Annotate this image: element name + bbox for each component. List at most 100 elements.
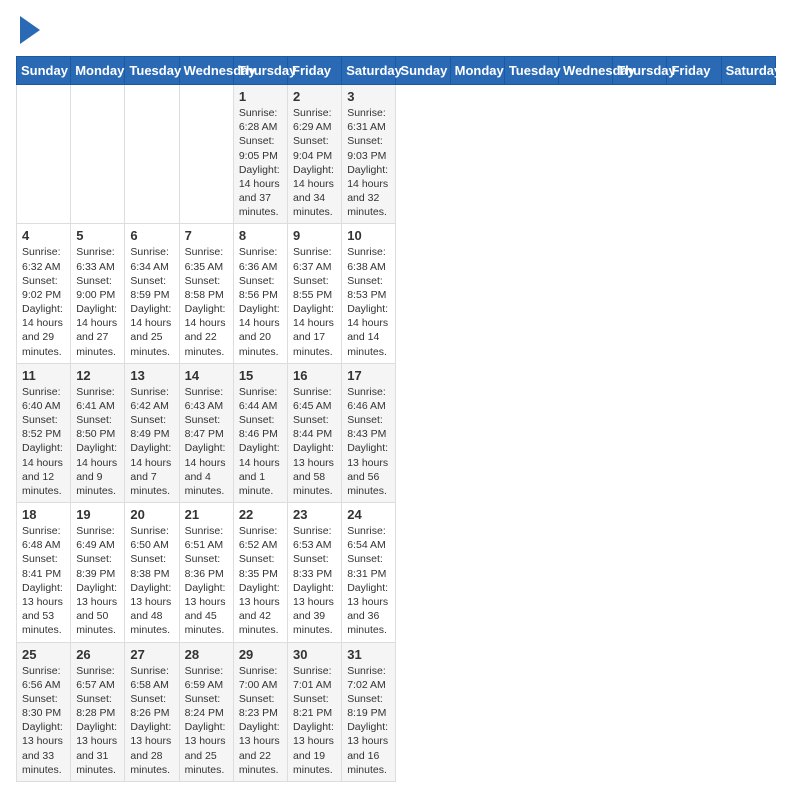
day-info-line: Sunset: 8:52 PM	[22, 413, 65, 441]
day-info-line: Sunrise: 6:51 AM	[185, 524, 228, 552]
day-info-line: and 25 minutes.	[130, 330, 173, 358]
day-info-line: Daylight: 14 hours	[239, 163, 282, 191]
calendar-cell: 17Sunrise: 6:46 AMSunset: 8:43 PMDayligh…	[342, 363, 396, 502]
day-info-line: Daylight: 13 hours	[22, 581, 65, 609]
calendar-cell	[17, 85, 71, 224]
day-number: 12	[76, 368, 119, 383]
calendar-cell: 8Sunrise: 6:36 AMSunset: 8:56 PMDaylight…	[233, 224, 287, 363]
calendar-cell: 24Sunrise: 6:54 AMSunset: 8:31 PMDayligh…	[342, 503, 396, 642]
calendar-cell: 1 Sunrise: 6:28 AMSunset: 9:05 PMDaylight…	[233, 85, 287, 224]
day-info-line: and 48 minutes.	[130, 609, 173, 637]
calendar-cell: 5Sunrise: 6:33 AMSunset: 9:00 PMDaylight…	[71, 224, 125, 363]
calendar-cell: 4Sunrise: 6:32 AMSunset: 9:02 PMDaylight…	[17, 224, 71, 363]
day-info-line: Daylight: 13 hours	[347, 441, 390, 469]
day-info-line: Sunset: 8:38 PM	[130, 552, 173, 580]
day-header-friday: Friday	[288, 57, 342, 85]
day-info-line: Sunset: 8:26 PM	[130, 692, 173, 720]
day-info-line: Sunrise: 6:48 AM	[22, 524, 65, 552]
calendar-cell: 20Sunrise: 6:50 AMSunset: 8:38 PMDayligh…	[125, 503, 179, 642]
day-number: 29	[239, 647, 282, 662]
day-info-line: and 37 minutes.	[239, 191, 282, 219]
calendar-cell	[125, 85, 179, 224]
day-info-line: Daylight: 13 hours	[293, 720, 336, 748]
day-info-line: Daylight: 14 hours	[293, 163, 336, 191]
calendar-cell: 25Sunrise: 6:56 AMSunset: 8:30 PMDayligh…	[17, 642, 71, 781]
day-info-line: and 14 minutes.	[347, 330, 390, 358]
calendar-week-row: 4Sunrise: 6:32 AMSunset: 9:02 PMDaylight…	[17, 224, 776, 363]
day-info-line: and 39 minutes.	[293, 609, 336, 637]
day-number: 8	[239, 228, 282, 243]
day-info-line: Sunset: 8:55 PM	[293, 274, 336, 302]
day-info-line: Daylight: 13 hours	[239, 581, 282, 609]
day-info-line: Daylight: 13 hours	[76, 581, 119, 609]
calendar-cell: 10Sunrise: 6:38 AMSunset: 8:53 PMDayligh…	[342, 224, 396, 363]
calendar-cell: 31Sunrise: 7:02 AMSunset: 8:19 PMDayligh…	[342, 642, 396, 781]
logo	[16, 16, 40, 44]
calendar-cell: 18Sunrise: 6:48 AMSunset: 8:41 PMDayligh…	[17, 503, 71, 642]
day-info-line: Sunrise: 6:59 AM	[185, 664, 228, 692]
day-info-line: Sunset: 8:24 PM	[185, 692, 228, 720]
day-info-line: Sunrise: 6:46 AM	[347, 385, 390, 413]
day-info-line: Sunrise: 6:35 AM	[185, 245, 228, 273]
day-info-line: and 36 minutes.	[347, 609, 390, 637]
day-info-line: Sunrise: 6:29 AM	[293, 106, 336, 134]
day-info-line: Sunset: 9:00 PM	[76, 274, 119, 302]
day-number: 31	[347, 647, 390, 662]
day-number: 23	[293, 507, 336, 522]
calendar-week-row: 18Sunrise: 6:48 AMSunset: 8:41 PMDayligh…	[17, 503, 776, 642]
day-number: 19	[76, 507, 119, 522]
day-info-line: Daylight: 14 hours	[185, 441, 228, 469]
day-info-line: and 42 minutes.	[239, 609, 282, 637]
day-info-line: Sunrise: 6:28 AM	[239, 106, 282, 134]
day-info-line: Sunset: 8:30 PM	[22, 692, 65, 720]
day-info-line: and 16 minutes.	[347, 749, 390, 777]
day-info-line: and 53 minutes.	[22, 609, 65, 637]
calendar-cell: 2 Sunrise: 6:29 AMSunset: 9:04 PMDaylight…	[288, 85, 342, 224]
calendar-cell: 3Sunrise: 6:31 AMSunset: 9:03 PMDaylight…	[342, 85, 396, 224]
day-info-line: Daylight: 13 hours	[293, 441, 336, 469]
day-header-monday: Monday	[71, 57, 125, 85]
day-header-sunday: Sunday	[396, 57, 450, 85]
day-info-line: and 25 minutes.	[185, 749, 228, 777]
calendar-cell: 30Sunrise: 7:01 AMSunset: 8:21 PMDayligh…	[288, 642, 342, 781]
day-info-line: Daylight: 14 hours	[239, 441, 282, 469]
calendar-cell: 28Sunrise: 6:59 AMSunset: 8:24 PMDayligh…	[179, 642, 233, 781]
day-info-line: and 28 minutes.	[130, 749, 173, 777]
day-header-tuesday: Tuesday	[125, 57, 179, 85]
day-number: 4	[22, 228, 65, 243]
day-info-line: Sunrise: 6:58 AM	[130, 664, 173, 692]
day-info-line: Sunrise: 6:31 AM	[347, 106, 390, 134]
day-header-monday: Monday	[450, 57, 504, 85]
calendar-cell: 15Sunrise: 6:44 AMSunset: 8:46 PMDayligh…	[233, 363, 287, 502]
day-info-line: Sunrise: 6:38 AM	[347, 245, 390, 273]
day-number: 5	[76, 228, 119, 243]
day-info-line: Daylight: 14 hours	[22, 302, 65, 330]
page-header	[16, 16, 776, 44]
day-info-line: Sunset: 8:46 PM	[239, 413, 282, 441]
day-number: 2	[293, 89, 336, 104]
day-info-line: and 32 minutes.	[347, 191, 390, 219]
calendar-header-row: SundayMondayTuesdayWednesdayThursdayFrid…	[17, 57, 776, 85]
day-info-line: and 19 minutes.	[293, 749, 336, 777]
day-info-line: and 4 minutes.	[185, 470, 228, 498]
day-header-wednesday: Wednesday	[559, 57, 613, 85]
day-info-line: Daylight: 14 hours	[239, 302, 282, 330]
day-info-line: and 20 minutes.	[239, 330, 282, 358]
day-number: 1	[239, 89, 282, 104]
day-number: 3	[347, 89, 390, 104]
day-info-line: Sunset: 9:04 PM	[293, 134, 336, 162]
day-info-line: Sunset: 8:33 PM	[293, 552, 336, 580]
day-info-line: and 50 minutes.	[76, 609, 119, 637]
day-number: 24	[347, 507, 390, 522]
day-header-thursday: Thursday	[613, 57, 667, 85]
day-header-wednesday: Wednesday	[179, 57, 233, 85]
day-info-line: Daylight: 14 hours	[347, 302, 390, 330]
day-info-line: Sunrise: 6:56 AM	[22, 664, 65, 692]
day-info-line: Sunset: 9:05 PM	[239, 134, 282, 162]
day-number: 6	[130, 228, 173, 243]
day-info-line: Sunrise: 6:50 AM	[130, 524, 173, 552]
day-number: 27	[130, 647, 173, 662]
day-info-line: Sunset: 9:03 PM	[347, 134, 390, 162]
day-header-friday: Friday	[667, 57, 721, 85]
day-number: 9	[293, 228, 336, 243]
